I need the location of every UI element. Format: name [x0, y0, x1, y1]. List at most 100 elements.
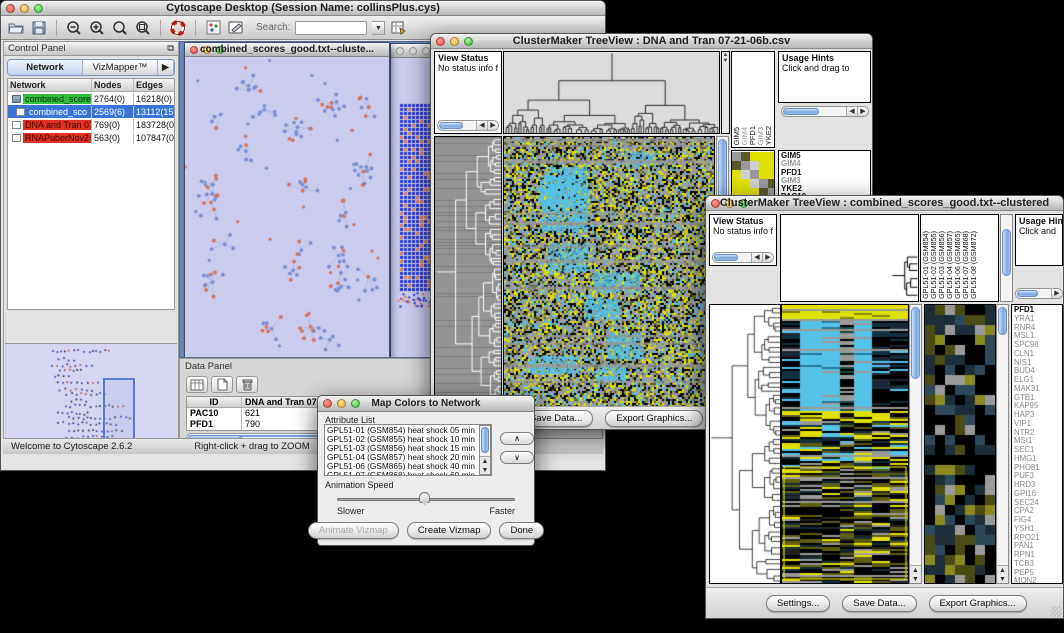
detail-cell[interactable]: [750, 161, 759, 170]
row-dendrogram-panel[interactable]: [434, 136, 502, 407]
scroll-right-arrow[interactable]: ▶: [762, 253, 773, 262]
zoom-out-icon[interactable]: [65, 19, 83, 37]
detail-cell[interactable]: [741, 179, 750, 188]
network-window-1-titlebar[interactable]: combined_scores_good.txt--cluste...: [185, 43, 389, 57]
gene-labels-hscrollbar[interactable]: ▶: [1015, 288, 1063, 299]
scroll-thumb[interactable]: [439, 122, 463, 129]
attribute-list-vscrollbar[interactable]: ▲▼: [479, 425, 491, 475]
scroll-thumb[interactable]: [998, 307, 1007, 335]
speed-slider-thumb[interactable]: [419, 492, 430, 503]
network-tree-row[interactable]: RNAPuberNov2+| 563(0) 107847(0): [8, 131, 174, 144]
detail-heatmap-panel[interactable]: [924, 304, 996, 584]
col-network[interactable]: Network: [8, 79, 92, 91]
network-tree-row[interactable]: combined_sco 2569(6) 13112(15): [8, 105, 174, 118]
detail-hscrollbar[interactable]: ◀ ▶: [781, 106, 869, 117]
annotation-icon[interactable]: [227, 19, 245, 37]
export-graphics-button[interactable]: Export Graphics...: [929, 595, 1027, 612]
detail-vscrollbar-top[interactable]: [1000, 214, 1013, 302]
heatmap-vscrollbar[interactable]: ▲▼: [909, 304, 922, 584]
delete-attribute-icon[interactable]: [236, 376, 258, 393]
detail-cell[interactable]: [759, 161, 768, 170]
attribute-list[interactable]: GPL51-01 (GSM854) heat shock 05 minGPL51…: [324, 424, 492, 476]
col-id[interactable]: ID: [187, 397, 242, 407]
detail-cell[interactable]: [741, 161, 750, 170]
scroll-arrows[interactable]: ▲▼: [997, 565, 1008, 583]
scroll-left-arrow[interactable]: ◀: [846, 107, 857, 116]
column-label[interactable]: YKE2: [765, 126, 772, 145]
view-status-hscrollbar[interactable]: ◀ ▶: [437, 120, 499, 131]
column-label[interactable]: PFD1: [749, 126, 756, 145]
scroll-thumb[interactable]: [1017, 290, 1038, 297]
detail-cell[interactable]: [750, 170, 759, 179]
treeview1-titlebar[interactable]: ClusterMaker TreeView : DNA and Tran 07-…: [431, 34, 872, 49]
column-label[interactable]: GIM5: [733, 127, 740, 145]
detail-cell[interactable]: [732, 170, 741, 179]
column-label[interactable]: GIM4: [741, 127, 748, 145]
row-dendrogram-canvas[interactable]: [710, 305, 780, 583]
scroll-right-arrow[interactable]: ▶: [487, 121, 498, 130]
row-dendrogram-panel[interactable]: [709, 304, 781, 584]
detail-cell[interactable]: [759, 179, 768, 188]
detail-cell[interactable]: [741, 152, 750, 161]
detail-vscrollbar[interactable]: ▲▼: [996, 304, 1009, 584]
export-graphics-button[interactable]: Export Graphics...: [605, 410, 703, 427]
settings-button[interactable]: Settings...: [766, 595, 830, 612]
search-input[interactable]: [295, 21, 367, 35]
import-table-icon[interactable]: [390, 19, 408, 37]
zoom-in-icon[interactable]: [88, 19, 106, 37]
detail-heatmap-canvas[interactable]: [925, 305, 995, 583]
network-view-icon[interactable]: [204, 19, 222, 37]
column-label[interactable]: GIM3: [757, 127, 764, 145]
dendrogram-vscrollbar[interactable]: ▲▼: [721, 51, 730, 134]
detail-cell[interactable]: [732, 152, 741, 161]
animate-vizmap-button[interactable]: Animate Vizmap: [308, 522, 399, 539]
scroll-thumb[interactable]: [911, 307, 920, 379]
detail-cell[interactable]: [768, 179, 775, 188]
detail-cell[interactable]: [768, 170, 775, 179]
row-dendrogram-canvas[interactable]: [435, 137, 501, 406]
scroll-left-arrow[interactable]: ◀: [751, 253, 762, 262]
global-heatmap-panel[interactable]: [503, 136, 715, 407]
column-label[interactable]: GPL51-04 (GSM857): [946, 231, 953, 299]
help-lifesaver-icon[interactable]: [169, 19, 187, 37]
new-attribute-icon[interactable]: [211, 376, 233, 393]
save-data-button[interactable]: Save Data...: [842, 595, 916, 612]
detail-cell[interactable]: [759, 170, 768, 179]
column-label[interactable]: GPL51-06 (GSM865): [954, 231, 961, 299]
zoom-fit-icon[interactable]: [134, 19, 152, 37]
detail-cell[interactable]: [741, 170, 750, 179]
detail-cell[interactable]: [768, 161, 775, 170]
scroll-thumb[interactable]: [783, 108, 819, 115]
select-attributes-icon[interactable]: [186, 376, 208, 393]
scroll-thumb[interactable]: [481, 427, 489, 453]
resize-grip[interactable]: [1051, 606, 1062, 617]
scroll-arrows[interactable]: ▲▼: [910, 565, 921, 583]
column-dendrogram-canvas[interactable]: [504, 52, 719, 133]
detail-cell[interactable]: [750, 179, 759, 188]
scroll-thumb[interactable]: [1002, 229, 1011, 276]
move-up-button[interactable]: ∧: [500, 432, 534, 445]
network-tree-row[interactable]: combined_scores 2764(0) 16218(0): [8, 92, 174, 105]
overview-viewport-rect[interactable]: [103, 378, 135, 446]
gene-label[interactable]: MON2: [1014, 577, 1060, 584]
zoom-selected-icon[interactable]: [111, 19, 129, 37]
column-label[interactable]: GPL51-03 (GSM856): [938, 231, 945, 299]
minimize-button[interactable]: [409, 47, 417, 55]
network-canvas[interactable]: [185, 57, 389, 357]
col-edges[interactable]: Edges: [134, 79, 174, 91]
global-heatmap-panel[interactable]: [781, 304, 909, 584]
open-session-icon[interactable]: [7, 19, 25, 37]
zoom-button[interactable]: [422, 47, 430, 55]
scroll-thumb[interactable]: [714, 254, 738, 261]
save-session-icon[interactable]: [30, 19, 48, 37]
tabs-more-arrow[interactable]: ▶: [158, 60, 174, 75]
search-dropdown-arrow[interactable]: ▼: [372, 21, 385, 35]
column-label[interactable]: PAC10: [773, 122, 775, 145]
column-label[interactable]: GPL51-07 (GSM868): [962, 231, 969, 299]
scroll-right-arrow[interactable]: ▶: [857, 107, 868, 116]
view-status-hscrollbar[interactable]: ◀ ▶: [712, 252, 774, 263]
tab-vizmapper[interactable]: VizMapper™: [83, 60, 158, 75]
scroll-arrows[interactable]: ▲▼: [722, 52, 729, 64]
column-dendrogram-canvas[interactable]: [781, 215, 918, 301]
detail-cell[interactable]: [759, 152, 768, 161]
